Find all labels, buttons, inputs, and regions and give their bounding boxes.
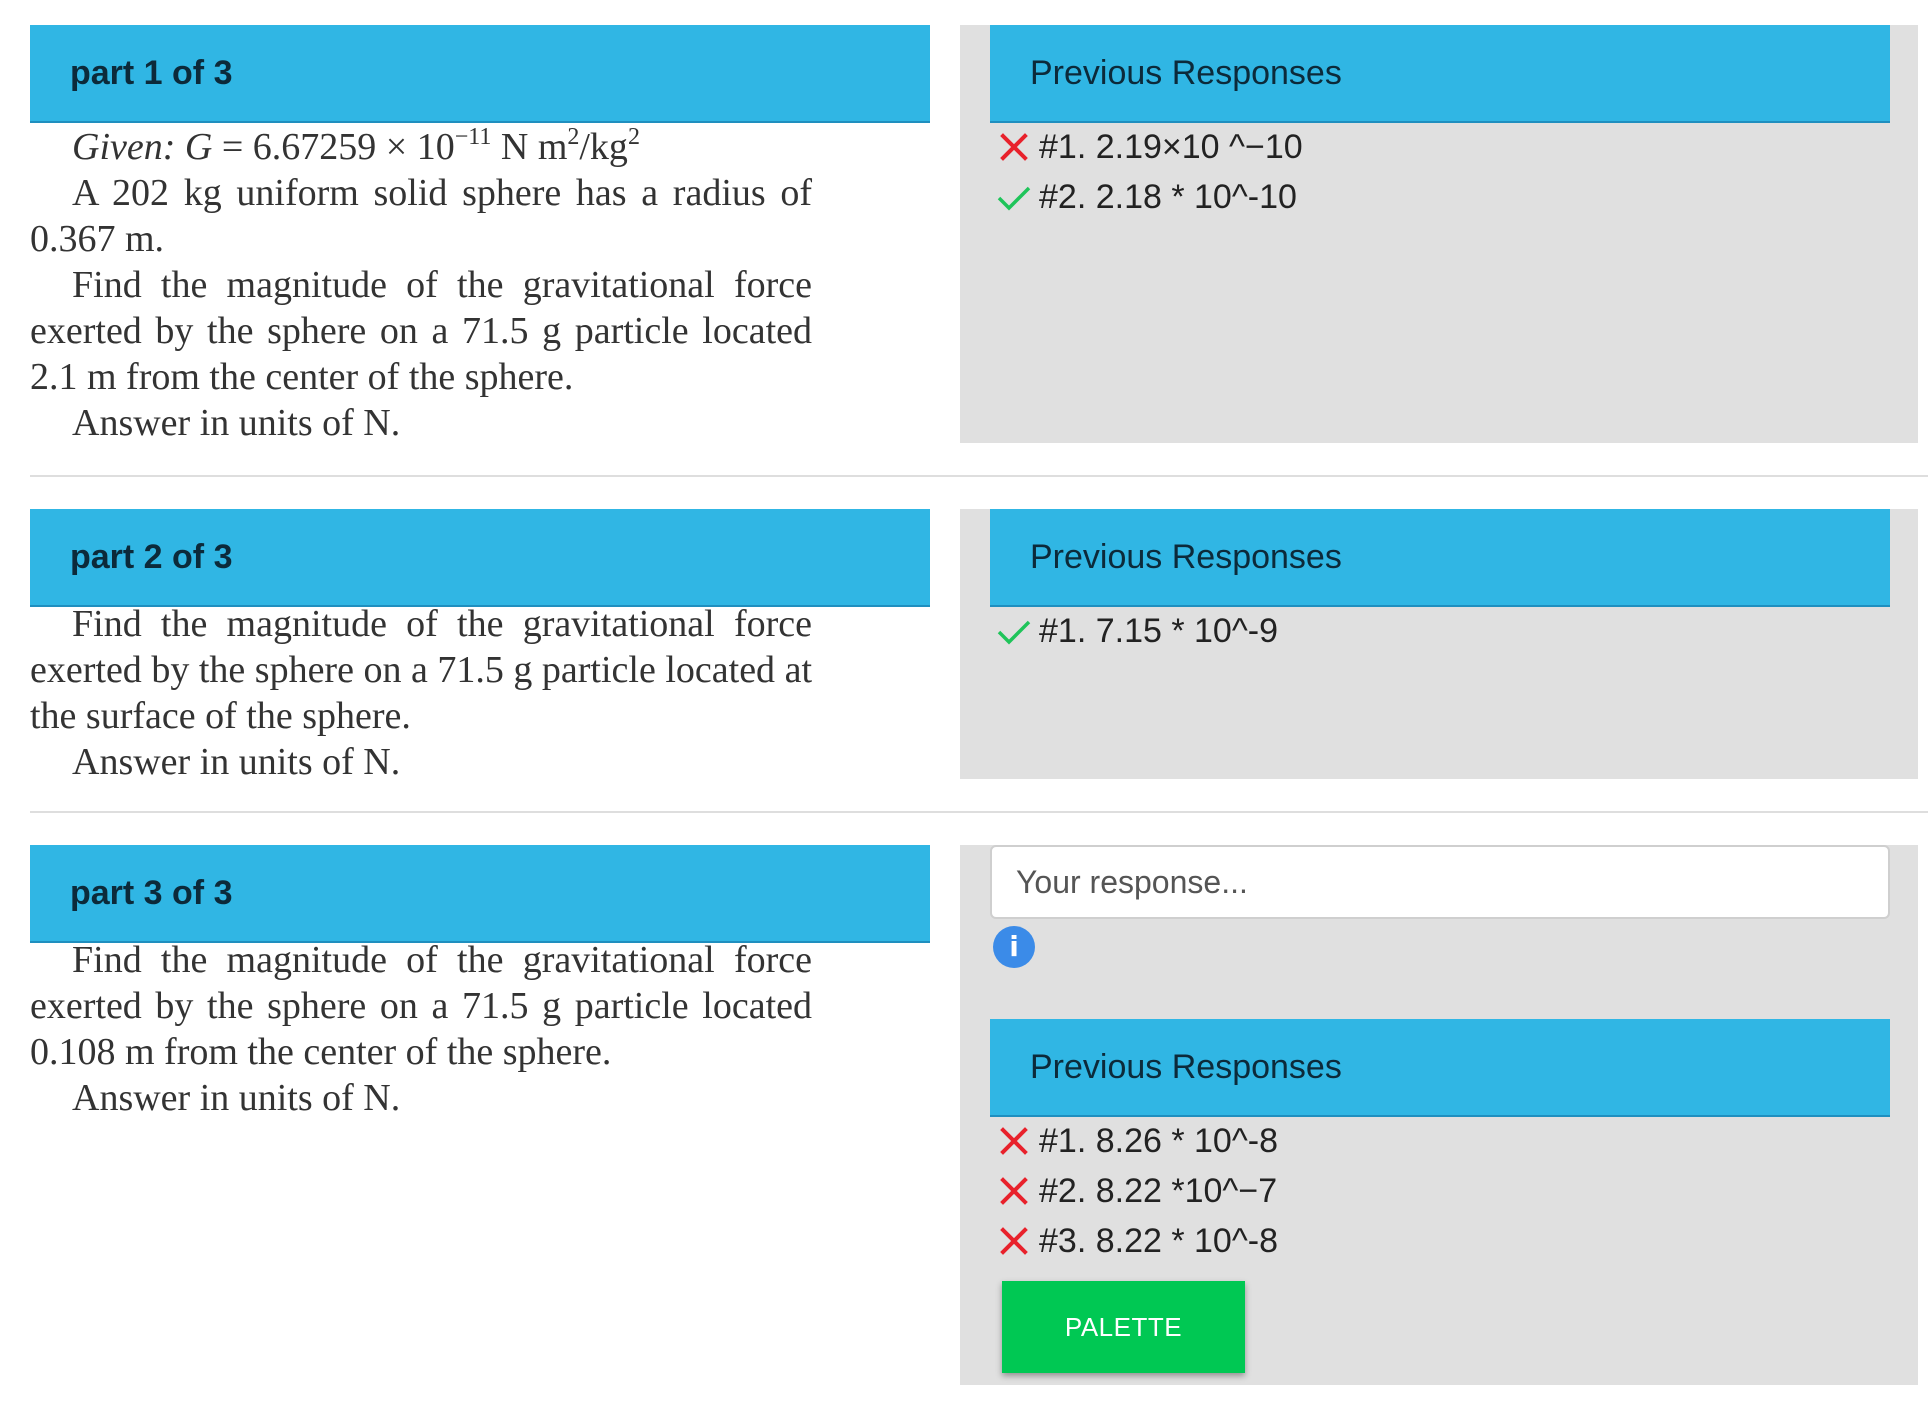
x-icon (995, 128, 1033, 166)
given-symbol: G (184, 126, 213, 168)
response-item: #1. 2.19×10 ^−10 (995, 122, 1875, 172)
section-divider (30, 811, 1928, 813)
part-2-line-1: Find the magnitude of the gravitational … (30, 603, 812, 737)
x-icon (995, 1122, 1033, 1160)
part-1-response-list: #1. 2.19×10 ^−10 #2. 2.18 * 10^-10 (995, 122, 1875, 222)
part-3-response-list: #1. 8.26 * 10^-8 #2. 8.22 *10^−7 #3. 8.2… (995, 1116, 1875, 1266)
response-item: #3. 8.22 * 10^-8 (995, 1216, 1875, 1266)
response-text: #1. 7.15 * 10^-9 (1039, 611, 1279, 650)
info-icon[interactable]: i (993, 926, 1035, 968)
section-divider (30, 475, 1928, 477)
response-text: #2. 8.22 *10^−7 (1039, 1171, 1278, 1210)
previous-responses-title: Previous Responses (1030, 54, 1342, 92)
previous-responses-title: Previous Responses (1030, 1048, 1342, 1086)
response-text: #1. 8.26 * 10^-8 (1039, 1121, 1279, 1160)
check-icon (995, 612, 1033, 650)
part-1-line-1: A 202 kg uniform solid sphere has a radi… (30, 172, 812, 260)
palette-button[interactable]: PALETTE (1002, 1281, 1245, 1373)
part-2-header: part 2 of 3 (30, 509, 930, 607)
x-icon (995, 1222, 1033, 1260)
part-2-line-2: Answer in units of N. (72, 741, 401, 783)
given-unit-exp-1: 2 (567, 124, 580, 150)
part-1-question-text: Given: G = 6.67259 × 10−11 N m2/kg2 A 20… (30, 124, 812, 446)
response-text: #1. 2.19×10 ^−10 (1039, 127, 1303, 166)
part-1-previous-responses-header: Previous Responses (990, 25, 1890, 123)
part-1-header: part 1 of 3 (30, 25, 930, 123)
part-3-line-2: Answer in units of N. (72, 1077, 401, 1119)
part-3-line-1: Find the magnitude of the gravitational … (30, 939, 812, 1073)
x-icon (995, 1172, 1033, 1210)
given-value: = 6.67259 × 10 (212, 126, 455, 168)
given-exponent: −11 (454, 124, 492, 150)
part-1-line-2: Find the magnitude of the gravitational … (30, 264, 812, 398)
part-3-previous-responses-header: Previous Responses (990, 1019, 1890, 1117)
part-3-header: part 3 of 3 (30, 845, 930, 943)
part-2-previous-responses-header: Previous Responses (990, 509, 1890, 607)
response-item: #1. 7.15 * 10^-9 (995, 606, 1875, 656)
response-input[interactable] (990, 845, 1890, 919)
response-text: #2. 2.18 * 10^-10 (1039, 177, 1297, 216)
given-unit-a: N m (491, 126, 568, 168)
response-text: #3. 8.22 * 10^-8 (1039, 1221, 1279, 1260)
part-2-title: part 2 of 3 (70, 538, 233, 576)
given-unit-b: /kg (579, 126, 628, 168)
part-1-line-3: Answer in units of N. (72, 402, 401, 444)
part-2-question-text: Find the magnitude of the gravitational … (30, 601, 812, 785)
part-1-given-line: Given: G = 6.67259 × 10−11 N m2/kg2 (30, 124, 812, 170)
part-3-question-text: Find the magnitude of the gravitational … (30, 937, 812, 1121)
response-item: #2. 2.18 * 10^-10 (995, 172, 1875, 222)
response-item: #2. 8.22 *10^−7 (995, 1166, 1875, 1216)
part-3-title: part 3 of 3 (70, 874, 233, 912)
part-2-response-list: #1. 7.15 * 10^-9 (995, 606, 1875, 656)
given-unit-exp-2: 2 (627, 124, 640, 150)
check-icon (995, 178, 1033, 216)
previous-responses-title: Previous Responses (1030, 538, 1342, 576)
given-label: Given: (72, 126, 176, 168)
response-item: #1. 8.26 * 10^-8 (995, 1116, 1875, 1166)
part-1-title: part 1 of 3 (70, 54, 233, 92)
